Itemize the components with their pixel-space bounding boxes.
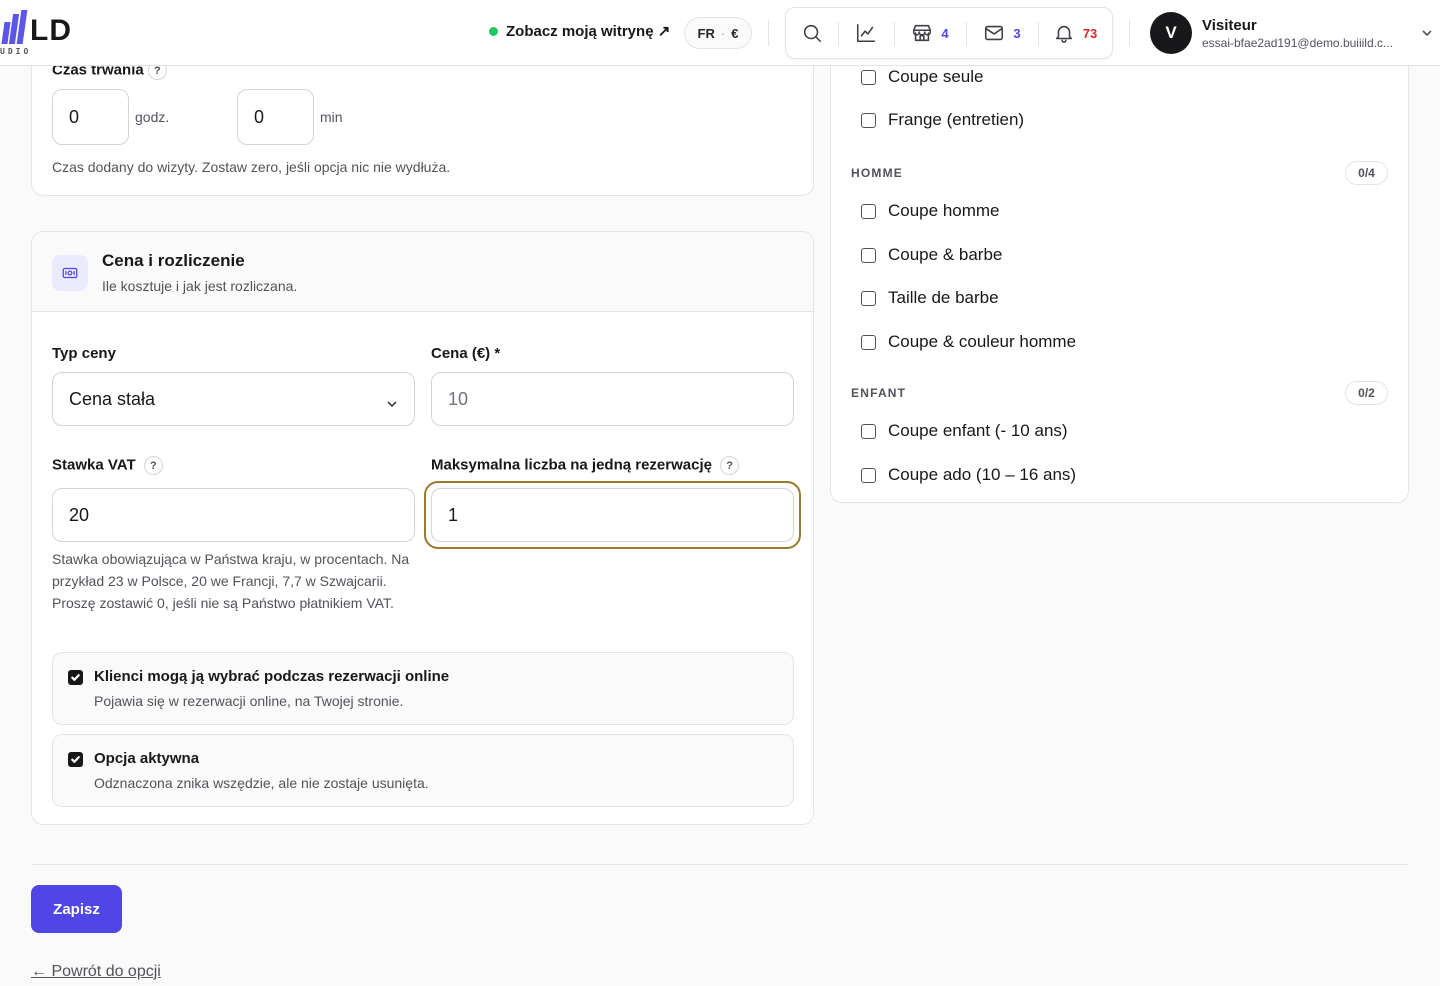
- online-booking-checkbox[interactable]: [68, 670, 83, 685]
- checkbox[interactable]: [861, 334, 876, 350]
- service-checkbox-item[interactable]: Coupe homme: [861, 201, 1000, 221]
- price-input[interactable]: 10: [431, 372, 794, 426]
- user-menu[interactable]: V Visiteur essai-bfae2ad191@demo.buiiild…: [1150, 12, 1393, 54]
- price-type-label: Typ ceny: [52, 345, 116, 362]
- service-checkbox-item[interactable]: Frange (entretien): [861, 110, 1024, 130]
- checkbox[interactable]: [861, 203, 876, 219]
- vat-label: Stawka VAT ?: [52, 456, 163, 475]
- price-type-value: Cena stała: [69, 388, 156, 409]
- save-button[interactable]: Zapisz: [31, 885, 122, 933]
- vat-help-text: Stawka obowiązująca w Państwa kraju, w p…: [52, 551, 410, 611]
- service-checkbox-item[interactable]: Taille de barbe: [861, 288, 999, 308]
- logo[interactable]: LD UDIO: [0, 10, 100, 58]
- checkbox[interactable]: [861, 247, 876, 263]
- minutes-input[interactable]: 0: [237, 89, 314, 145]
- online-status-dot: [489, 26, 498, 36]
- currency-symbol: €: [731, 25, 739, 41]
- active-option[interactable]: Opcja aktywna Odznaczona znika wszędzie,…: [52, 734, 794, 807]
- top-bar: LD UDIO Zobacz moją witrynę ↗ FR · € 4 3…: [0, 0, 1440, 66]
- store-count: 4: [941, 25, 949, 41]
- chevron-down-icon: [386, 394, 398, 415]
- messages-button[interactable]: 3: [966, 8, 1038, 58]
- header-icon-bar: 4 3 73: [785, 7, 1113, 59]
- check-icon: [71, 756, 80, 763]
- service-checkbox-item[interactable]: Coupe seule: [861, 67, 983, 87]
- price-card-header: Cena i rozliczenie Ile kosztuje i jak je…: [32, 232, 813, 312]
- group-label-homme: HOMME: [851, 166, 903, 180]
- check-icon: [71, 674, 80, 681]
- active-title: Opcja aktywna: [94, 750, 200, 767]
- service-checkbox-item[interactable]: Coupe enfant (- 10 ans): [861, 421, 1068, 441]
- avatar: V: [1150, 12, 1192, 54]
- notification-count: 73: [1082, 25, 1098, 41]
- search-button[interactable]: [786, 8, 838, 58]
- group-count-enfant: 0/2: [1345, 381, 1388, 405]
- max-per-booking-input[interactable]: 1: [431, 488, 794, 542]
- search-icon: [803, 24, 822, 43]
- bell-icon: [1055, 25, 1072, 43]
- back-to-options-link[interactable]: ← Powrót do opcji: [31, 963, 161, 981]
- group-label-enfant: ENFANT: [851, 386, 907, 400]
- online-booking-title: Klienci mogą ją wybrać podczas rezerwacj…: [94, 668, 450, 685]
- hours-unit: godz.: [135, 109, 170, 125]
- price-card: Cena i rozliczenie Ile kosztuje i jak je…: [31, 231, 814, 825]
- minutes-unit: min: [320, 109, 343, 125]
- logo-word: LD: [30, 14, 72, 47]
- mail-count: 3: [1013, 25, 1021, 41]
- language-currency-switcher[interactable]: FR · €: [684, 17, 752, 49]
- checkbox[interactable]: [861, 112, 876, 128]
- services-card: Coupe seule Frange (entretien) HOMME 0/4…: [830, 40, 1409, 503]
- hours-input[interactable]: 0: [52, 89, 129, 145]
- price-label: Cena (€) *: [431, 345, 501, 362]
- service-checkbox-item[interactable]: Coupe ado (10 – 16 ans): [861, 465, 1076, 485]
- vat-input[interactable]: 20: [52, 488, 415, 542]
- store-icon: [913, 24, 932, 42]
- chart-icon: [856, 23, 876, 43]
- active-checkbox[interactable]: [68, 752, 83, 767]
- help-icon[interactable]: ?: [143, 456, 163, 475]
- checkbox[interactable]: [861, 423, 876, 439]
- checkbox[interactable]: [861, 467, 876, 483]
- header-divider: [768, 20, 769, 46]
- header-divider: [1129, 20, 1130, 46]
- checkbox[interactable]: [861, 69, 876, 85]
- user-name: Visiteur: [1202, 16, 1257, 34]
- service-checkbox-item[interactable]: Coupe & couleur homme: [861, 332, 1076, 352]
- view-site-label: Zobacz moją witrynę ↗: [506, 23, 671, 40]
- logo-mark: [1, 10, 28, 44]
- price-section-subtitle: Ile kosztuje i jak jest rozliczana.: [102, 278, 298, 294]
- online-booking-option[interactable]: Klienci mogą ją wybrać podczas rezerwacj…: [52, 652, 794, 725]
- help-icon[interactable]: ?: [720, 456, 740, 475]
- divider: [31, 864, 1409, 865]
- active-subtitle: Odznaczona znika wszędzie, ale nie zosta…: [94, 775, 429, 791]
- money-icon: [52, 255, 88, 291]
- store-button[interactable]: 4: [894, 8, 966, 58]
- view-site-link[interactable]: Zobacz moją witrynę ↗: [489, 22, 670, 40]
- group-count-homme: 0/4: [1345, 161, 1388, 185]
- stats-button[interactable]: [838, 8, 894, 58]
- online-booking-subtitle: Pojawia się w rezerwacji online, na Twoj…: [94, 693, 404, 709]
- price-section-title: Cena i rozliczenie: [102, 251, 245, 270]
- checkbox[interactable]: [861, 290, 876, 306]
- user-email: essai-bfae2ad191@demo.buiiild.c...: [1202, 35, 1393, 50]
- price-type-select[interactable]: Cena stała: [52, 372, 415, 426]
- separator-dot: ·: [720, 25, 726, 41]
- notifications-button[interactable]: 73: [1038, 8, 1112, 58]
- mail-icon: [985, 25, 1004, 41]
- logo-subtitle: UDIO: [0, 47, 32, 56]
- language-code: FR: [697, 25, 715, 41]
- chevron-down-icon[interactable]: [1421, 26, 1433, 38]
- service-checkbox-item[interactable]: Coupe & barbe: [861, 245, 1002, 265]
- max-per-booking-label: Maksymalna liczba na jedną rezerwację ?: [431, 456, 740, 475]
- duration-help: Czas dodany do wizyty. Zostaw zero, jeśl…: [52, 159, 451, 175]
